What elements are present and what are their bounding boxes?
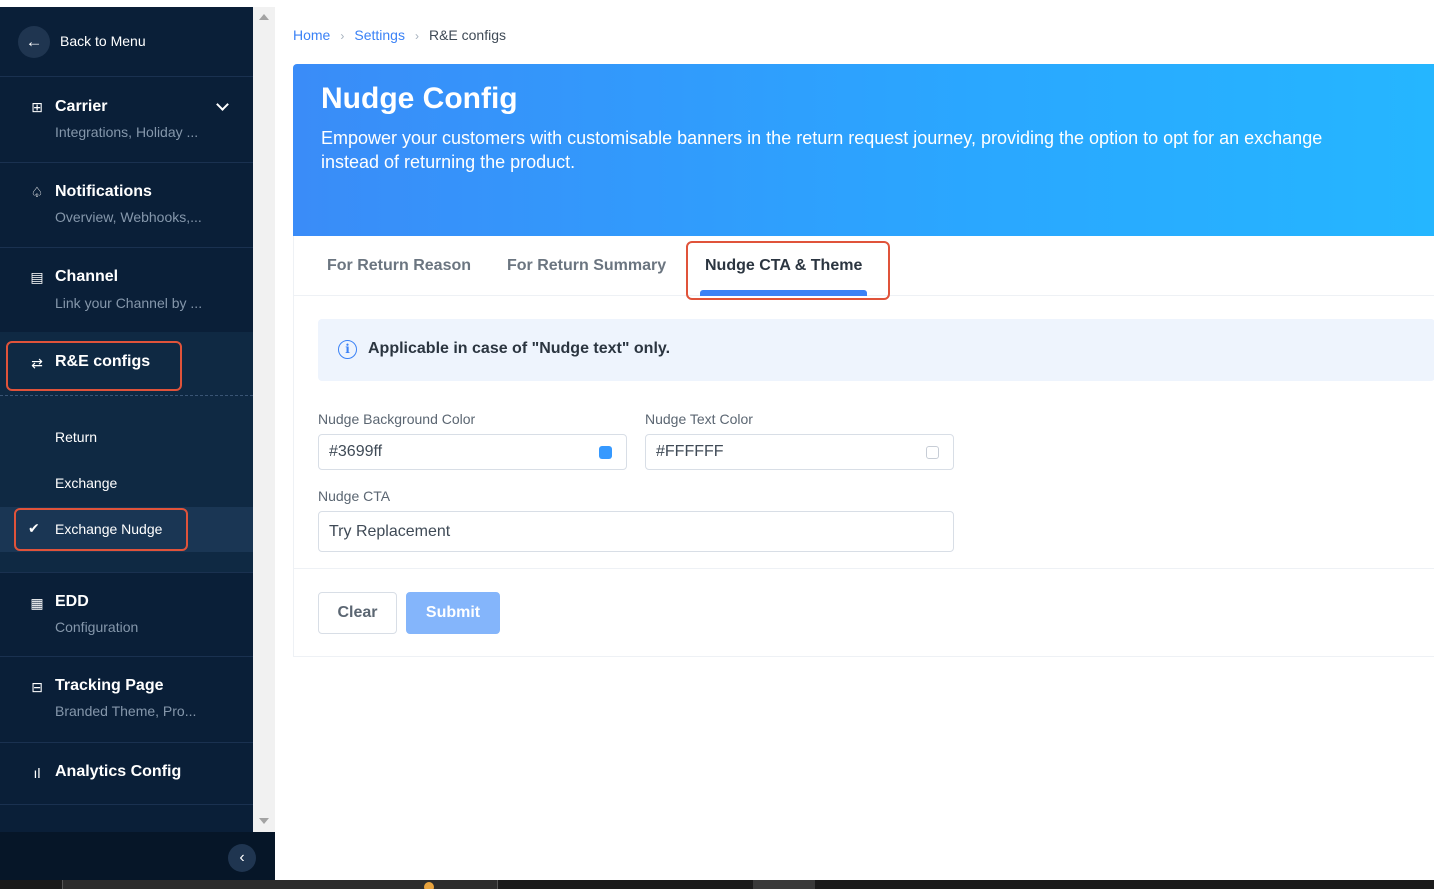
store-icon: ▤ — [30, 269, 44, 285]
clear-button[interactable]: Clear — [318, 592, 397, 634]
sidebar-item-title: Tracking Page — [55, 677, 164, 694]
highlight-nudge-tab — [686, 241, 890, 300]
layout-icon: ⊟ — [31, 679, 43, 695]
sidebar-item-tracking-page[interactable]: ⊟ Tracking Page Branded Theme, Pro... — [0, 657, 253, 743]
sidebar-item-subtitle: Overview, Webhooks,... — [55, 209, 202, 225]
hero-banner: Nudge Config Empower your customers with… — [293, 64, 1434, 236]
cta-label: Nudge CTA — [318, 488, 391, 504]
cta-input[interactable]: Try Replacement — [318, 511, 954, 552]
info-icon: i — [338, 340, 357, 359]
sidebar-subitem-exchange[interactable]: Exchange — [55, 475, 117, 491]
collapse-sidebar-button[interactable]: ‹ — [228, 844, 256, 872]
app-icon[interactable] — [424, 882, 434, 889]
sidebar-item-channel[interactable]: ▤ Channel Link your Channel by ... — [0, 248, 253, 333]
scroll-up-icon[interactable] — [259, 14, 269, 20]
sidebar-item-subtitle: Configuration — [55, 619, 139, 635]
top-strip — [0, 0, 1434, 7]
breadcrumb-settings[interactable]: Settings — [354, 27, 405, 43]
back-to-menu-label: Back to Menu — [60, 33, 146, 49]
text-color-value: #FFFFFF — [656, 443, 724, 460]
sidebar-item-subtitle: Link your Channel by ... — [55, 295, 203, 311]
calendar-icon: ▦ — [30, 595, 44, 611]
bell-icon: ♤ — [30, 184, 44, 200]
main-content: Home › Settings › R&E configs Nudge Config E… — [275, 7, 1434, 880]
page-title: Nudge Config — [321, 82, 518, 115]
chevron-right-icon: › — [414, 29, 419, 43]
sidebar-item-carrier[interactable]: ⊞ Carrier Integrations, Holiday ... — [0, 77, 253, 163]
sidebar-item-subtitle: Integrations, Holiday ... — [55, 124, 199, 140]
sidebar-item-title: Notifications — [55, 183, 152, 200]
page-description: Empower your customers with customisable… — [321, 128, 1323, 172]
info-text: Applicable in case of "Nudge text" only. — [368, 340, 671, 357]
taskbar — [0, 880, 1434, 889]
sidebar-item-title: EDD — [55, 593, 89, 610]
bg-color-swatch[interactable] — [599, 446, 612, 459]
bg-color-input[interactable]: #3699ff — [318, 434, 627, 470]
scroll-down-icon[interactable] — [259, 818, 269, 824]
breadcrumb-home[interactable]: Home — [293, 27, 330, 43]
sidebar-subitem-return[interactable]: Return — [55, 429, 97, 445]
divider — [294, 568, 1434, 569]
info-banner: i Applicable in case of "Nudge text" onl… — [318, 319, 1434, 381]
back-to-menu-button[interactable]: ← Back to Menu — [0, 7, 253, 77]
tab-for-return-summary[interactable]: For Return Summary — [507, 257, 666, 275]
sidebar-item-subtitle: Branded Theme, Pro... — [55, 703, 197, 719]
sidebar-item-notifications[interactable]: ♤ Notifications Overview, Webhooks,... — [0, 163, 253, 248]
highlight-exchange-nudge — [14, 508, 188, 551]
bg-color-label: Nudge Background Color — [318, 411, 476, 427]
sidebar-item-analytics-config[interactable]: ıl Analytics Config — [0, 743, 253, 805]
bar-chart-icon: ıl — [33, 765, 41, 781]
divider — [0, 395, 253, 396]
breadcrumb-current: R&E configs — [428, 27, 506, 43]
sidebar: ← Back to Menu ⊞ Carrier Integrations, H… — [0, 7, 253, 832]
highlight-re-configs — [6, 341, 182, 391]
chevron-right-icon: › — [340, 29, 345, 43]
cta-value: Try Replacement — [329, 523, 451, 540]
text-color-input[interactable]: #FFFFFF — [645, 434, 954, 470]
carrier-icon: ⊞ — [31, 99, 43, 115]
sidebar-item-title: Carrier — [55, 98, 108, 115]
submit-button[interactable]: Submit — [406, 592, 500, 634]
sidebar-item-edd[interactable]: ▦ EDD Configuration — [0, 572, 253, 657]
breadcrumb: Home › Settings › R&E configs — [293, 27, 506, 43]
arrow-left-icon: ← — [18, 26, 50, 58]
sidebar-item-title: Channel — [55, 268, 119, 285]
text-color-swatch[interactable] — [926, 446, 939, 459]
sidebar-item-title: Analytics Config — [55, 763, 182, 780]
tab-for-return-reason[interactable]: For Return Reason — [327, 257, 471, 275]
bg-color-value: #3699ff — [329, 443, 383, 460]
sidebar-scrollbar[interactable] — [253, 7, 275, 832]
text-color-label: Nudge Text Color — [645, 411, 753, 427]
taskbar-item[interactable] — [753, 880, 815, 889]
